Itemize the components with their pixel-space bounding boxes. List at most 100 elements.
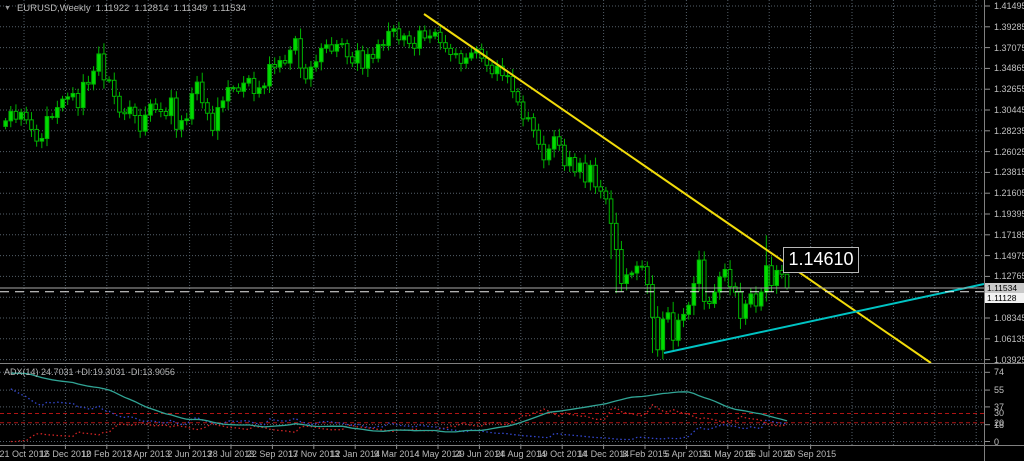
candle (521, 102, 525, 119)
candle (542, 144, 546, 160)
candle (288, 50, 292, 63)
candle (671, 313, 675, 340)
candle (563, 145, 567, 166)
price-axis-label: 1.08345 (994, 314, 1024, 323)
candle (614, 223, 618, 249)
candle (118, 96, 122, 112)
candle (713, 292, 717, 303)
price-axis-label: 1.19395 (994, 210, 1024, 219)
price-axis-label: 1.21605 (994, 189, 1024, 198)
candle (630, 273, 634, 275)
candle (635, 266, 639, 273)
one-click-trading-icon[interactable]: ▼ (4, 3, 11, 14)
candle (356, 51, 360, 63)
candle (87, 82, 91, 84)
candle (677, 320, 681, 340)
candle (19, 112, 23, 119)
candle (175, 98, 179, 129)
candle (257, 88, 261, 94)
price-axis-label: 1.17185 (994, 231, 1024, 240)
chart-window: ▼ EURUSD,Weekly 1.11922 1.12814 1.11349 … (0, 0, 1024, 461)
price-axis-label: 1.23815 (994, 168, 1024, 177)
candle (81, 82, 85, 107)
candle (283, 61, 287, 64)
price-axis-label: 1.34865 (994, 64, 1024, 73)
descending-trendline[interactable] (424, 14, 931, 363)
candle (583, 163, 587, 182)
candle (407, 36, 411, 44)
plus-di-line (11, 389, 787, 440)
candle (376, 45, 380, 59)
candle (697, 260, 701, 284)
indicator-label: ADX(14) 24.7031 +DI:19.3031 -DI:13.9056 (4, 367, 175, 377)
price-axis-label: 1.32655 (994, 85, 1024, 94)
candle (470, 53, 474, 58)
candle (728, 269, 732, 286)
candle (444, 43, 448, 49)
candle (759, 292, 763, 306)
candle (102, 54, 106, 80)
candle (97, 54, 101, 71)
candle (785, 274, 789, 288)
candle (387, 31, 391, 45)
candle (506, 76, 510, 77)
candle (278, 61, 282, 68)
candle (71, 93, 75, 96)
candle (589, 165, 593, 182)
candle (382, 45, 386, 46)
candle (397, 29, 401, 40)
candle (423, 31, 427, 38)
candle (25, 112, 29, 120)
candle (687, 305, 691, 314)
candle (770, 266, 774, 286)
candle (138, 116, 142, 132)
price-axis-label: 1.12765 (994, 272, 1024, 281)
candle (516, 92, 520, 102)
candle (190, 94, 194, 119)
price-level-label[interactable]: 1.14610 (783, 247, 859, 273)
candle (666, 313, 670, 319)
symbol-period-label: EURUSD,Weekly (17, 3, 91, 14)
candle (392, 29, 396, 32)
candle (56, 108, 60, 118)
candle (640, 266, 644, 267)
candle (490, 65, 494, 73)
candle (744, 304, 748, 318)
chart-title: ▼ EURUSD,Weekly 1.11922 1.12814 1.11349 … (4, 3, 246, 14)
candle (547, 149, 551, 160)
candle (702, 260, 706, 301)
candle (112, 80, 116, 96)
candle (133, 107, 137, 115)
candle (169, 98, 173, 116)
candle (263, 86, 267, 88)
candle (754, 294, 758, 306)
candle (511, 77, 515, 92)
candle (537, 130, 541, 144)
price-chart-plot[interactable] (0, 0, 1024, 461)
candle (66, 97, 70, 99)
candle (221, 101, 225, 108)
candle (739, 292, 743, 318)
candle (144, 115, 148, 131)
candle (232, 88, 236, 89)
candle (558, 137, 562, 145)
candle (418, 31, 422, 48)
candle (268, 64, 272, 85)
candle (775, 270, 779, 285)
hline-price-box: 1.11128 (985, 293, 1024, 303)
candle (154, 104, 158, 109)
adx-axis-label: 55 (994, 386, 1004, 395)
candle (309, 67, 313, 79)
candle (495, 66, 499, 74)
candle (682, 314, 686, 320)
candle (273, 64, 277, 67)
candle (159, 109, 163, 111)
candle (464, 58, 468, 63)
candle (149, 104, 153, 115)
candle (413, 43, 417, 48)
adx-axis-label: 74 (994, 368, 1004, 377)
candle (692, 284, 696, 306)
adx-level-label: 20 (994, 419, 1004, 428)
ohlc-low: 1.11349 (174, 3, 208, 14)
candle (50, 117, 54, 118)
